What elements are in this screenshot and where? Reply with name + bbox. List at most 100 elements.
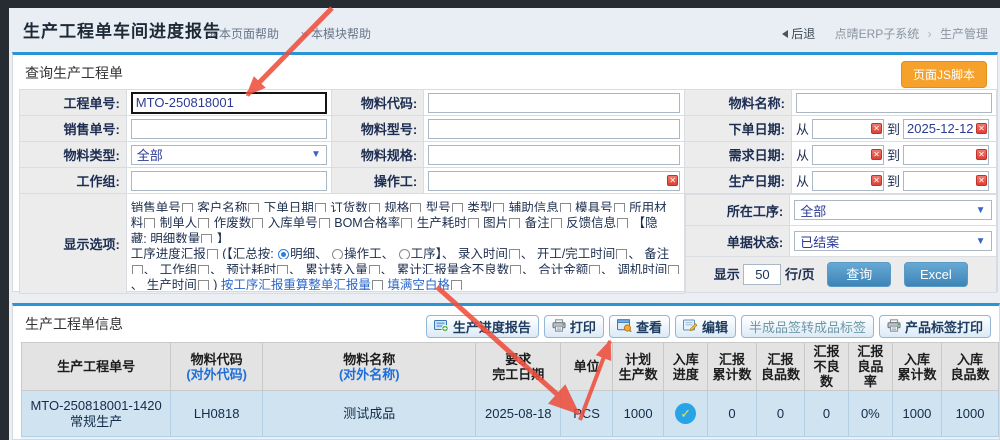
option-label: 下单日期	[260, 201, 313, 213]
table-row[interactable]: MTO-250818001-1420常规生产LH0818测试成品2025-08-…	[22, 391, 999, 437]
clear-date-icon[interactable]: ✕	[976, 123, 987, 134]
column-header[interactable]: 入库累计数	[892, 343, 941, 391]
form-label: 下单日期:	[685, 116, 792, 142]
clear-date-icon[interactable]: ✕	[871, 175, 882, 186]
form-label: 操作工:	[331, 168, 423, 194]
product-label-print-button[interactable]: 产品标签打印	[879, 315, 991, 338]
checkbox[interactable]	[509, 249, 520, 259]
excel-button[interactable]: Excel	[904, 262, 968, 287]
breadcrumb-production[interactable]: 生产管理	[940, 27, 988, 41]
checkbox[interactable]	[144, 218, 155, 228]
checkbox[interactable]	[668, 265, 679, 275]
checkbox[interactable]	[132, 265, 143, 275]
checkbox[interactable]	[207, 249, 218, 259]
column-header[interactable]: 计划生产数	[613, 343, 664, 391]
checkbox[interactable]	[451, 280, 462, 290]
form-label: 物料规格:	[331, 142, 423, 168]
per-page-label: 行/页	[785, 267, 815, 282]
option-label: 销售单号	[131, 201, 181, 213]
checkbox[interactable]	[198, 280, 209, 290]
column-header[interactable]: 汇报累计数	[708, 343, 756, 391]
checkbox[interactable]	[510, 265, 521, 275]
column-header[interactable]: 单位	[561, 343, 613, 391]
checkbox[interactable]	[468, 218, 479, 228]
view-button[interactable]: 查看	[609, 315, 670, 338]
checkbox[interactable]	[319, 218, 330, 228]
checkbox[interactable]	[248, 203, 259, 213]
print-button[interactable]: 打印	[544, 315, 604, 338]
material-name-input[interactable]	[796, 93, 992, 113]
checkbox[interactable]	[198, 218, 209, 228]
material-code-input[interactable]	[428, 93, 680, 113]
search-button[interactable]: 查询	[827, 262, 891, 287]
operator-input[interactable]	[428, 171, 680, 191]
checkbox[interactable]	[277, 265, 288, 275]
clear-date-icon[interactable]: ✕	[976, 175, 987, 186]
checkbox[interactable]	[589, 265, 600, 275]
checkbox[interactable]	[560, 203, 571, 213]
checkbox[interactable]	[198, 265, 209, 275]
semi-to-finished-label-button[interactable]: 半成品签转成品标签	[741, 315, 874, 338]
column-header[interactable]: 物料名称(对外名称)	[263, 343, 476, 391]
checkbox[interactable]	[315, 203, 326, 213]
back-triangle-icon	[782, 30, 788, 38]
checkbox[interactable]	[201, 234, 212, 244]
station-select[interactable]: 全部▼	[794, 200, 991, 220]
printer-icon	[552, 319, 566, 335]
checkbox[interactable]	[551, 218, 562, 228]
checkbox[interactable]	[369, 265, 380, 275]
radio-summary-detail[interactable]	[278, 249, 289, 259]
sales-no-input[interactable]	[131, 119, 327, 139]
clear-date-icon[interactable]: ✕	[976, 149, 987, 160]
material-spec-input[interactable]	[428, 145, 680, 165]
rows-per-page-input[interactable]	[743, 264, 781, 285]
cell: MTO-250818001-1420常规生产	[22, 391, 171, 437]
column-header[interactable]: 入库良品数	[942, 343, 999, 391]
select-value: 全部	[137, 145, 163, 164]
form-field-cell: 全部▼	[126, 142, 331, 168]
checkbox[interactable]	[410, 203, 421, 213]
material-type-select[interactable]: 全部▼	[131, 145, 327, 165]
cell: 0	[805, 391, 849, 437]
radio-summary-operator[interactable]	[332, 249, 343, 259]
checkbox[interactable]	[372, 280, 383, 290]
checkbox[interactable]	[452, 203, 463, 213]
column-header[interactable]: 生产工程单号	[22, 343, 171, 391]
material-model-input[interactable]	[428, 119, 680, 139]
column-header[interactable]: 要求完工日期	[476, 343, 561, 391]
checkbox[interactable]	[616, 249, 627, 259]
breadcrumb-separator: ›	[928, 27, 932, 41]
clear-date-icon[interactable]: ✕	[871, 149, 882, 160]
option-label: 、 备注	[628, 247, 669, 259]
column-header[interactable]: 汇报不良数	[805, 343, 849, 391]
column-header[interactable]: 汇报良品率	[848, 343, 892, 391]
page-help-link[interactable]: » 本页面帮助	[209, 25, 279, 42]
edit-button[interactable]: 编辑	[675, 315, 736, 338]
column-header[interactable]: 物料代码(对外代码)	[171, 343, 263, 391]
clear-date-icon[interactable]: ✕	[871, 123, 882, 134]
column-header[interactable]: 汇报良品数	[756, 343, 804, 391]
status-select[interactable]: 已结案▼	[794, 231, 991, 251]
form-field-cell: 从✕到✕	[792, 168, 997, 194]
order-no-input[interactable]	[131, 92, 327, 114]
workgroup-input[interactable]	[131, 171, 327, 191]
checkbox[interactable]	[614, 203, 625, 213]
form-field-cell	[126, 168, 331, 194]
option-link[interactable]: 按工序汇报重算整单汇报量	[221, 278, 371, 290]
production-progress-report-button[interactable]: 生产进度报告	[426, 315, 539, 338]
back-button[interactable]: 后退	[782, 27, 815, 41]
checkbox[interactable]	[369, 203, 380, 213]
radio-summary-process[interactable]	[399, 249, 410, 259]
checkbox[interactable]	[509, 218, 520, 228]
module-help-link[interactable]: » 本模块帮助	[301, 25, 371, 42]
option-link[interactable]: 填满空白格	[387, 278, 450, 290]
page-js-script-button[interactable]: 页面JS脚本	[901, 61, 987, 88]
clear-date-icon[interactable]: ✕	[667, 175, 678, 186]
checkbox[interactable]	[617, 218, 628, 228]
checkbox[interactable]	[182, 203, 193, 213]
checkbox[interactable]	[493, 203, 504, 213]
checkbox[interactable]	[401, 218, 412, 228]
breadcrumb-system[interactable]: 点晴ERP子系统	[835, 27, 920, 41]
column-header[interactable]: 入库进度	[664, 343, 708, 391]
checkbox[interactable]	[252, 218, 263, 228]
